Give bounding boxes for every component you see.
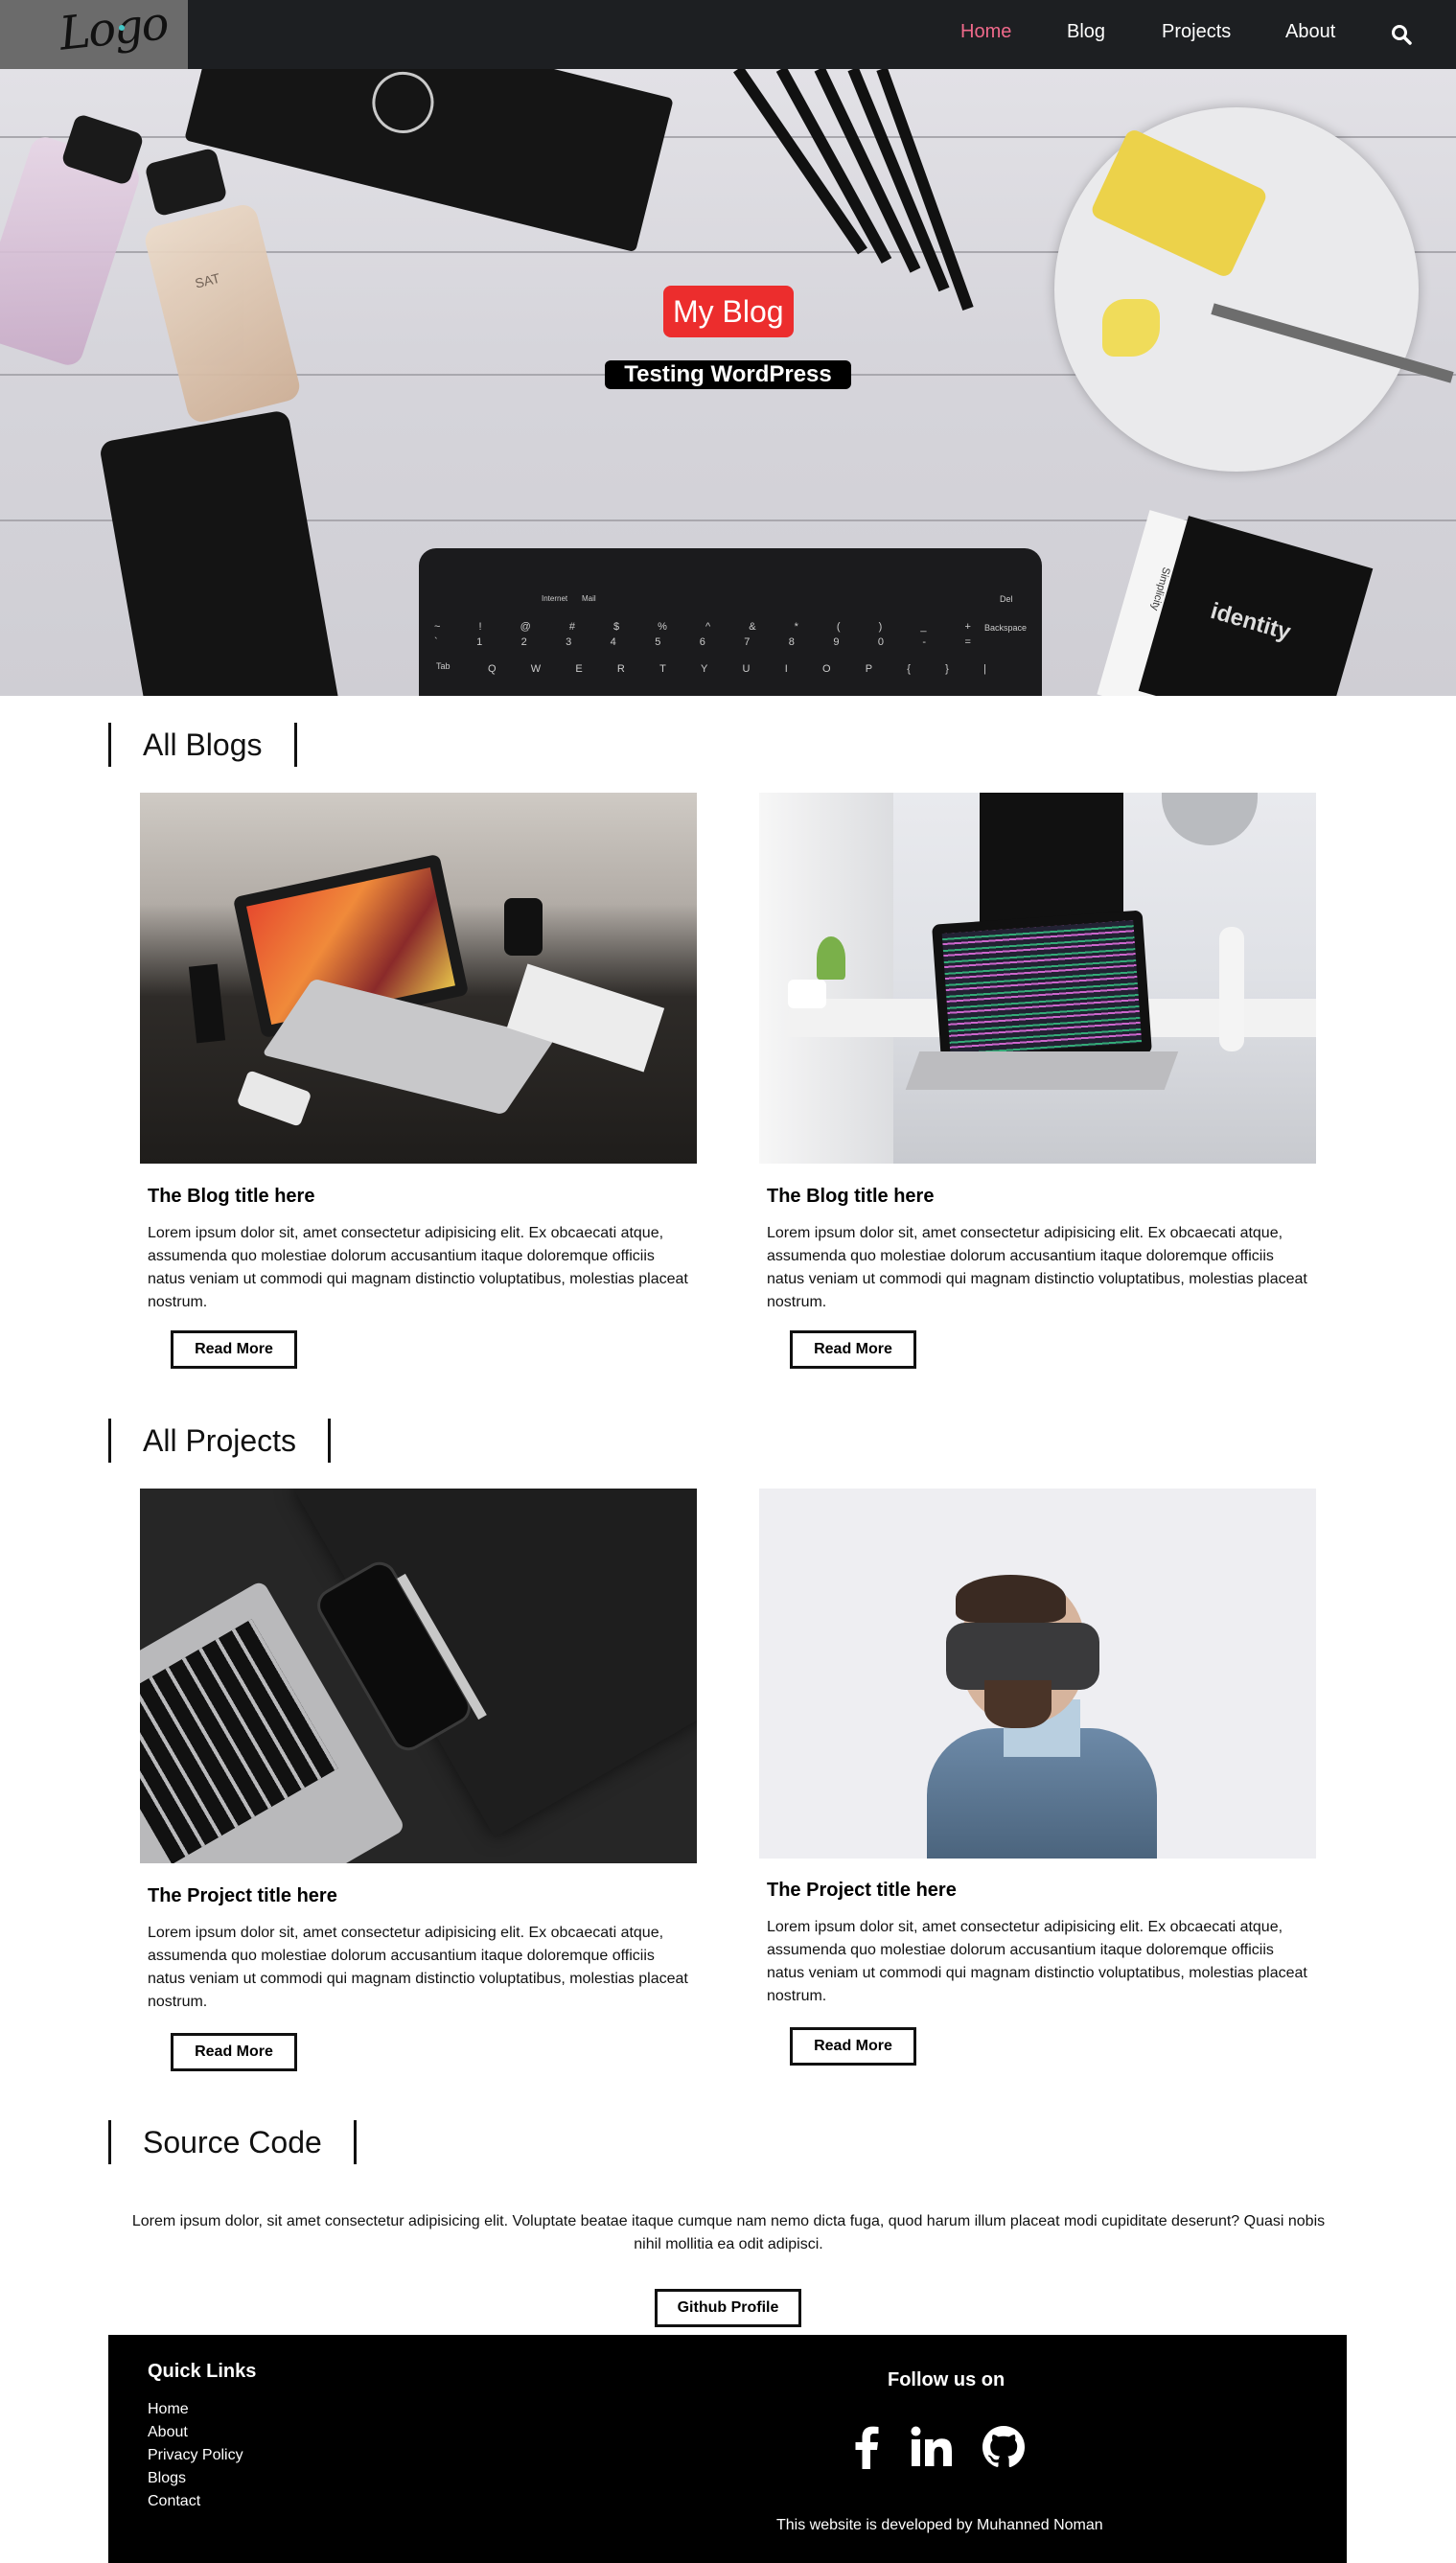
read-more-button[interactable]: Read More	[171, 1330, 297, 1369]
key-backspace: Backspace	[984, 623, 1028, 633]
perfume-label: SAT	[193, 269, 222, 291]
key-tab: Tab	[436, 661, 451, 671]
hero-subtitle: Testing WordPress	[605, 360, 851, 389]
footer-link-privacy[interactable]: Privacy Policy	[148, 2447, 243, 2464]
search-icon[interactable]	[1390, 23, 1413, 46]
facebook-icon[interactable]	[844, 2423, 891, 2471]
key-del: Del	[1000, 594, 1013, 604]
blog-card: The Blog title here Lorem ipsum dolor si…	[759, 793, 1316, 1369]
read-more-button[interactable]: Read More	[171, 2033, 297, 2071]
project-title[interactable]: The Project title here	[767, 1880, 957, 1902]
blog-image-desk-code	[759, 793, 1316, 1164]
read-more-button[interactable]: Read More	[790, 1330, 916, 1369]
hero-banner: SAT Internet Mail Del Backspace Tab ~! @ #…	[0, 69, 1456, 696]
blog-excerpt: Lorem ipsum dolor sit, amet consectetur …	[767, 1225, 1307, 1310]
perfume-cap	[144, 147, 228, 218]
footer: Quick Links Home About Privacy Policy Bl…	[108, 2335, 1347, 2563]
key-internet: Internet	[542, 594, 568, 603]
project-image-notebook-phone	[140, 1489, 697, 1863]
project-card: The Project title here Lorem ipsum dolor…	[759, 1489, 1316, 2073]
source-heading: Source Code	[143, 2125, 322, 2159]
project-image-vr-man	[759, 1489, 1316, 1859]
github-icon[interactable]	[980, 2423, 1028, 2471]
nav-link-blog[interactable]: Blog	[1067, 21, 1105, 43]
keyboard-number-row: ` 1 2 3 4 5 6 7 8 9 0- =	[434, 636, 971, 648]
blogs-heading: All Blogs	[143, 727, 263, 762]
nav-link-home[interactable]: Home	[960, 21, 1011, 43]
section-heading-source: Source Code	[108, 2120, 357, 2164]
logo[interactable]: Logo	[0, 0, 188, 69]
footer-link-contact[interactable]: Contact	[148, 2493, 200, 2510]
nav-link-about[interactable]: About	[1285, 21, 1335, 43]
footer-link-blogs[interactable]: Blogs	[148, 2470, 186, 2487]
logo-dot	[119, 25, 125, 31]
footer-link-about[interactable]: About	[148, 2424, 188, 2441]
identity-label: identity	[1208, 597, 1294, 646]
follow-us-title: Follow us on	[888, 2369, 1005, 2390]
footer-link-home[interactable]: Home	[148, 2401, 189, 2418]
cake-slice	[1089, 127, 1269, 280]
section-heading-projects: All Projects	[108, 1419, 332, 1463]
developer-credit: This website is developed by Muhanned No…	[776, 2517, 1103, 2533]
plate-image	[1054, 107, 1454, 472]
keyboard-image: Internet Mail Del Backspace Tab ~! @ # $% ^ &…	[419, 548, 1042, 696]
blog-title[interactable]: The Blog title here	[767, 1186, 934, 1208]
section-heading-blogs: All Blogs	[108, 723, 297, 767]
phone-image	[98, 409, 343, 696]
fork	[1211, 303, 1454, 383]
github-profile-button[interactable]: Github Profile	[655, 2289, 801, 2327]
top-navbar: Logo Home Blog Projects About	[0, 0, 1456, 69]
logo-text: Logo	[57, 0, 171, 61]
blog-image-laptop	[140, 793, 697, 1164]
quick-links-title: Quick Links	[148, 2361, 257, 2382]
blog-title[interactable]: The Blog title here	[148, 1186, 314, 1208]
nav-link-projects[interactable]: Projects	[1162, 21, 1231, 43]
hero-title: My Blog	[663, 286, 794, 337]
linkedin-icon[interactable]	[908, 2423, 956, 2471]
key-mail: Mail	[582, 594, 596, 603]
project-title[interactable]: The Project title here	[148, 1885, 337, 1907]
read-more-button[interactable]: Read More	[790, 2027, 916, 2066]
project-card: The Project title here Lorem ipsum dolor…	[140, 1489, 697, 2073]
blog-card: The Blog title here Lorem ipsum dolor si…	[140, 793, 697, 1369]
blog-excerpt: Lorem ipsum dolor sit, amet consectetur …	[148, 1225, 688, 1310]
project-excerpt: Lorem ipsum dolor sit, amet consectetur …	[767, 1919, 1307, 2004]
perfume-bottle-amber: SAT	[142, 201, 303, 426]
project-excerpt: Lorem ipsum dolor sit, amet consectetur …	[148, 1925, 688, 2010]
keyboard-symbol-row: ~! @ # $% ^ & *() _ +	[434, 621, 971, 633]
keyboard-q-row: Q W E R T Y U I O P{} |	[488, 663, 986, 675]
projects-heading: All Projects	[143, 1423, 297, 1458]
source-description: Lorem ipsum dolor, sit amet consectetur …	[131, 2213, 1326, 2252]
